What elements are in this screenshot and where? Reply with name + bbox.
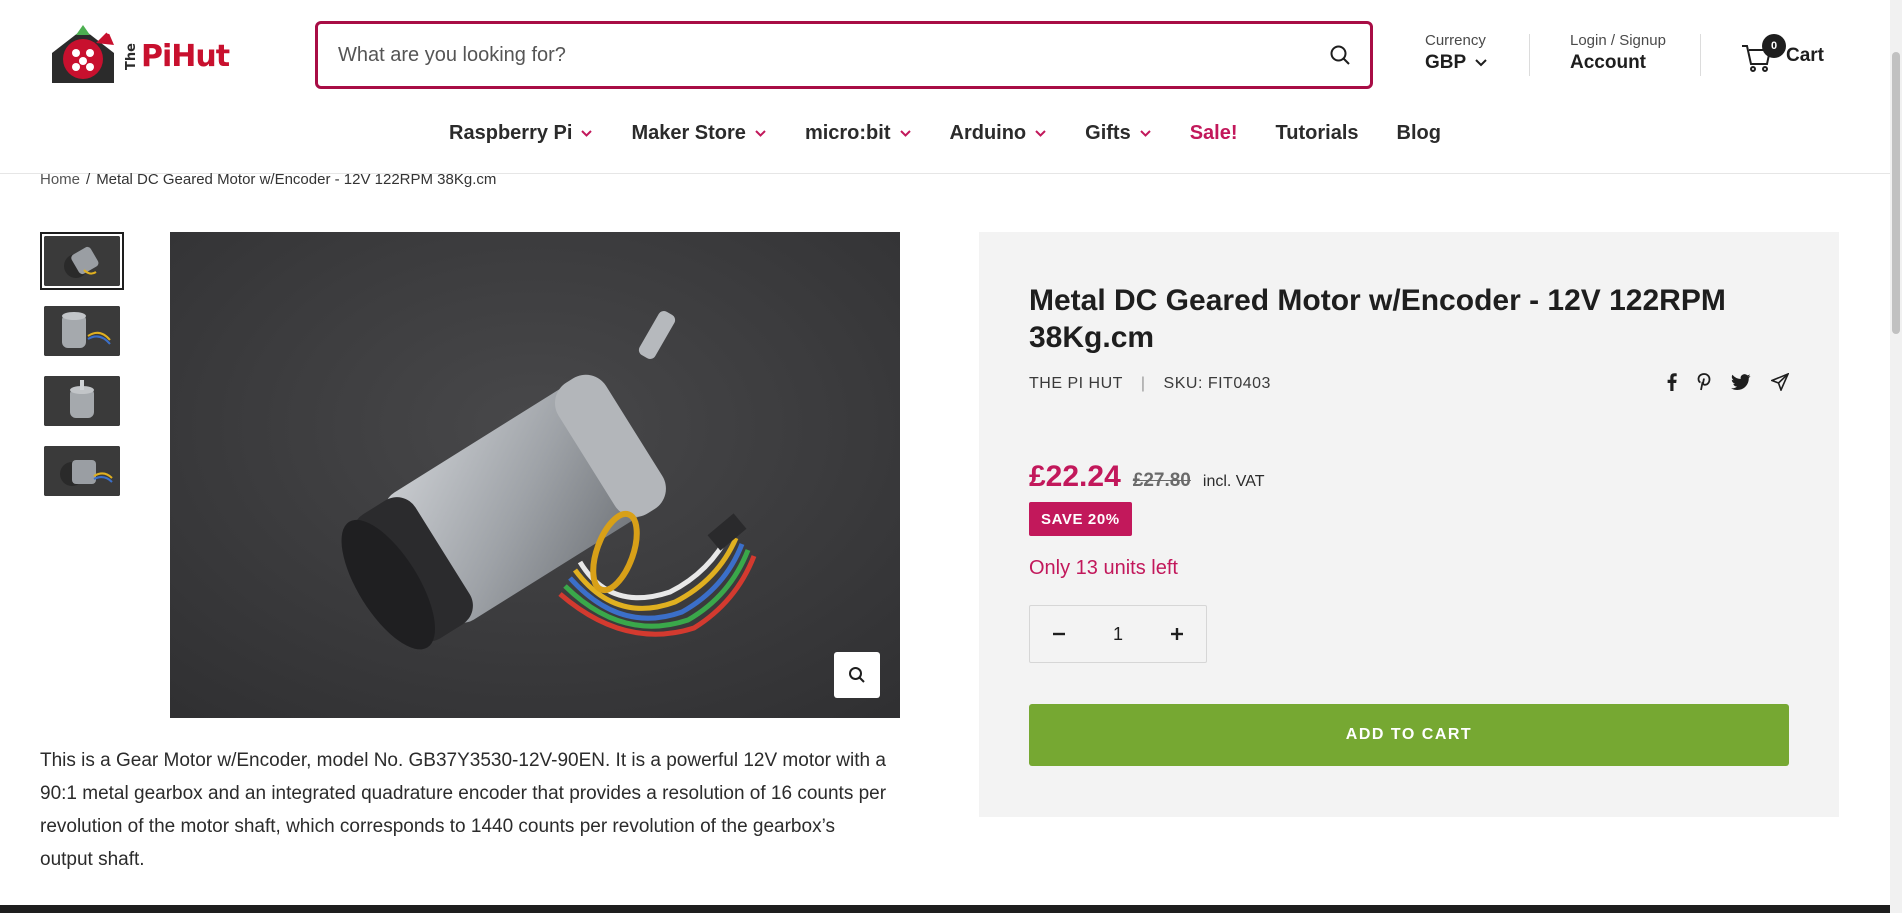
nav-item-label: Raspberry Pi bbox=[449, 121, 573, 144]
nav-item-label: Gifts bbox=[1085, 121, 1131, 144]
search-button[interactable] bbox=[1310, 24, 1370, 86]
thumbnail-image bbox=[44, 376, 120, 426]
product-main-image[interactable] bbox=[170, 232, 900, 718]
product-sku: SKU: FIT0403 bbox=[1163, 375, 1271, 392]
chevron-down-icon bbox=[1035, 129, 1046, 137]
chevron-down-icon bbox=[581, 129, 593, 137]
compare-price: £27.80 bbox=[1132, 470, 1191, 491]
save-badge: SAVE 20% bbox=[1029, 502, 1132, 536]
nav-item-label: Blog bbox=[1396, 121, 1441, 144]
header-divider bbox=[1529, 34, 1530, 76]
account-label: Login / Signup bbox=[1570, 32, 1666, 49]
search-icon bbox=[1330, 45, 1350, 65]
product-meta: THE PI HUT | SKU: FIT0403 bbox=[1029, 375, 1271, 393]
chevron-down-icon bbox=[755, 129, 766, 137]
nav-item-tutorials[interactable]: Tutorials bbox=[1276, 122, 1359, 145]
page-scrollbar[interactable] bbox=[1890, 0, 1902, 913]
nav-item-microbit[interactable]: micro:bit bbox=[805, 122, 912, 145]
price-row: £22.24 £27.80 incl. VAT bbox=[1029, 460, 1265, 494]
footer-strip bbox=[0, 905, 1890, 913]
site-header: The PiHut Currency GBP Login / Signup Ac… bbox=[0, 0, 1890, 174]
pinterest-icon bbox=[1697, 373, 1711, 391]
chevron-down-icon bbox=[1140, 129, 1151, 137]
breadcrumb-home[interactable]: Home bbox=[40, 171, 80, 188]
thumbnail-image bbox=[44, 306, 120, 356]
send-icon bbox=[1771, 373, 1789, 391]
product-image-graphic bbox=[170, 232, 900, 718]
logo-the: The bbox=[124, 42, 139, 70]
quantity-stepper: 1 bbox=[1029, 605, 1207, 663]
add-to-cart-button[interactable]: ADD TO CART bbox=[1029, 704, 1789, 766]
cart-button[interactable]: 0 Cart bbox=[1740, 32, 1824, 80]
nav-item-label: Arduino bbox=[949, 121, 1027, 144]
logo-text: The PiHut bbox=[124, 38, 230, 74]
breadcrumb: Home / Metal DC Geared Motor w/Encoder -… bbox=[40, 171, 496, 188]
logo-word: PiHut bbox=[141, 38, 230, 74]
nav-item-raspberry-pi[interactable]: Raspberry Pi bbox=[449, 122, 593, 145]
product-info-panel: Metal DC Geared Motor w/Encoder - 12V 12… bbox=[979, 232, 1839, 817]
meta-separator: | bbox=[1140, 375, 1146, 392]
product-title: Metal DC Geared Motor w/Encoder - 12V 12… bbox=[1029, 284, 1726, 354]
nav-item-label: Sale! bbox=[1189, 121, 1238, 144]
thumbnail-3[interactable] bbox=[40, 372, 124, 430]
thumbnail-image bbox=[44, 446, 120, 496]
nav-item-blog[interactable]: Blog bbox=[1397, 122, 1441, 145]
nav-item-sale[interactable]: Sale! bbox=[1190, 122, 1238, 145]
thumbnail-image bbox=[44, 236, 120, 286]
thumbnail-1[interactable] bbox=[40, 232, 124, 290]
cart-count-badge: 0 bbox=[1762, 34, 1786, 58]
search-input[interactable] bbox=[318, 24, 1310, 86]
thumbnail-list bbox=[40, 232, 124, 512]
share-twitter[interactable] bbox=[1731, 374, 1751, 390]
main-nav: Raspberry Pi Maker Store micro:bit Ardui… bbox=[0, 114, 1890, 152]
search-bar bbox=[315, 21, 1373, 89]
twitter-icon bbox=[1731, 374, 1751, 390]
nav-item-maker-store[interactable]: Maker Store bbox=[631, 122, 767, 145]
zoom-button[interactable] bbox=[834, 652, 880, 698]
minus-icon bbox=[1053, 632, 1065, 636]
quantity-increase-button[interactable] bbox=[1148, 606, 1206, 662]
currency-label: Currency bbox=[1425, 32, 1486, 49]
chevron-down-icon bbox=[1475, 59, 1487, 67]
account-value: Account bbox=[1570, 52, 1646, 73]
stock-status: Only 13 units left bbox=[1029, 557, 1178, 579]
sale-price: £22.24 bbox=[1029, 460, 1121, 493]
product-description: This is a Gear Motor w/Encoder, model No… bbox=[40, 750, 887, 870]
facebook-icon bbox=[1667, 373, 1677, 391]
account-link[interactable]: Login / Signup Account bbox=[1570, 32, 1666, 74]
currency-selector[interactable]: Currency GBP bbox=[1425, 32, 1488, 74]
nav-item-gifts[interactable]: Gifts bbox=[1085, 122, 1152, 145]
nav-item-label: Maker Store bbox=[631, 121, 746, 144]
quantity-decrease-button[interactable] bbox=[1030, 606, 1088, 662]
header-divider bbox=[1700, 34, 1701, 76]
share-buttons bbox=[1667, 373, 1789, 391]
product-vendor[interactable]: THE PI HUT bbox=[1029, 375, 1123, 393]
quantity-value[interactable]: 1 bbox=[1098, 624, 1138, 645]
chevron-down-icon bbox=[899, 129, 911, 137]
currency-value: GBP bbox=[1425, 52, 1467, 73]
thumbnail-4[interactable] bbox=[40, 442, 124, 500]
plus-icon bbox=[1171, 628, 1183, 640]
breadcrumb-separator: / bbox=[86, 171, 91, 188]
nav-item-label: micro:bit bbox=[804, 121, 891, 144]
share-facebook[interactable] bbox=[1667, 373, 1677, 391]
nav-item-arduino[interactable]: Arduino bbox=[950, 122, 1048, 145]
site-logo[interactable]: The PiHut bbox=[46, 20, 256, 92]
share-pinterest[interactable] bbox=[1697, 373, 1711, 391]
logo-emblem bbox=[46, 23, 120, 89]
cart-label: Cart bbox=[1786, 45, 1825, 66]
zoom-icon bbox=[849, 667, 865, 683]
breadcrumb-current: Metal DC Geared Motor w/Encoder - 12V 12… bbox=[96, 171, 497, 188]
thumbnail-2[interactable] bbox=[40, 302, 124, 360]
scrollbar-thumb[interactable] bbox=[1892, 52, 1900, 334]
nav-item-label: Tutorials bbox=[1275, 121, 1359, 144]
vat-note: incl. VAT bbox=[1202, 473, 1265, 490]
share-email[interactable] bbox=[1771, 373, 1789, 391]
